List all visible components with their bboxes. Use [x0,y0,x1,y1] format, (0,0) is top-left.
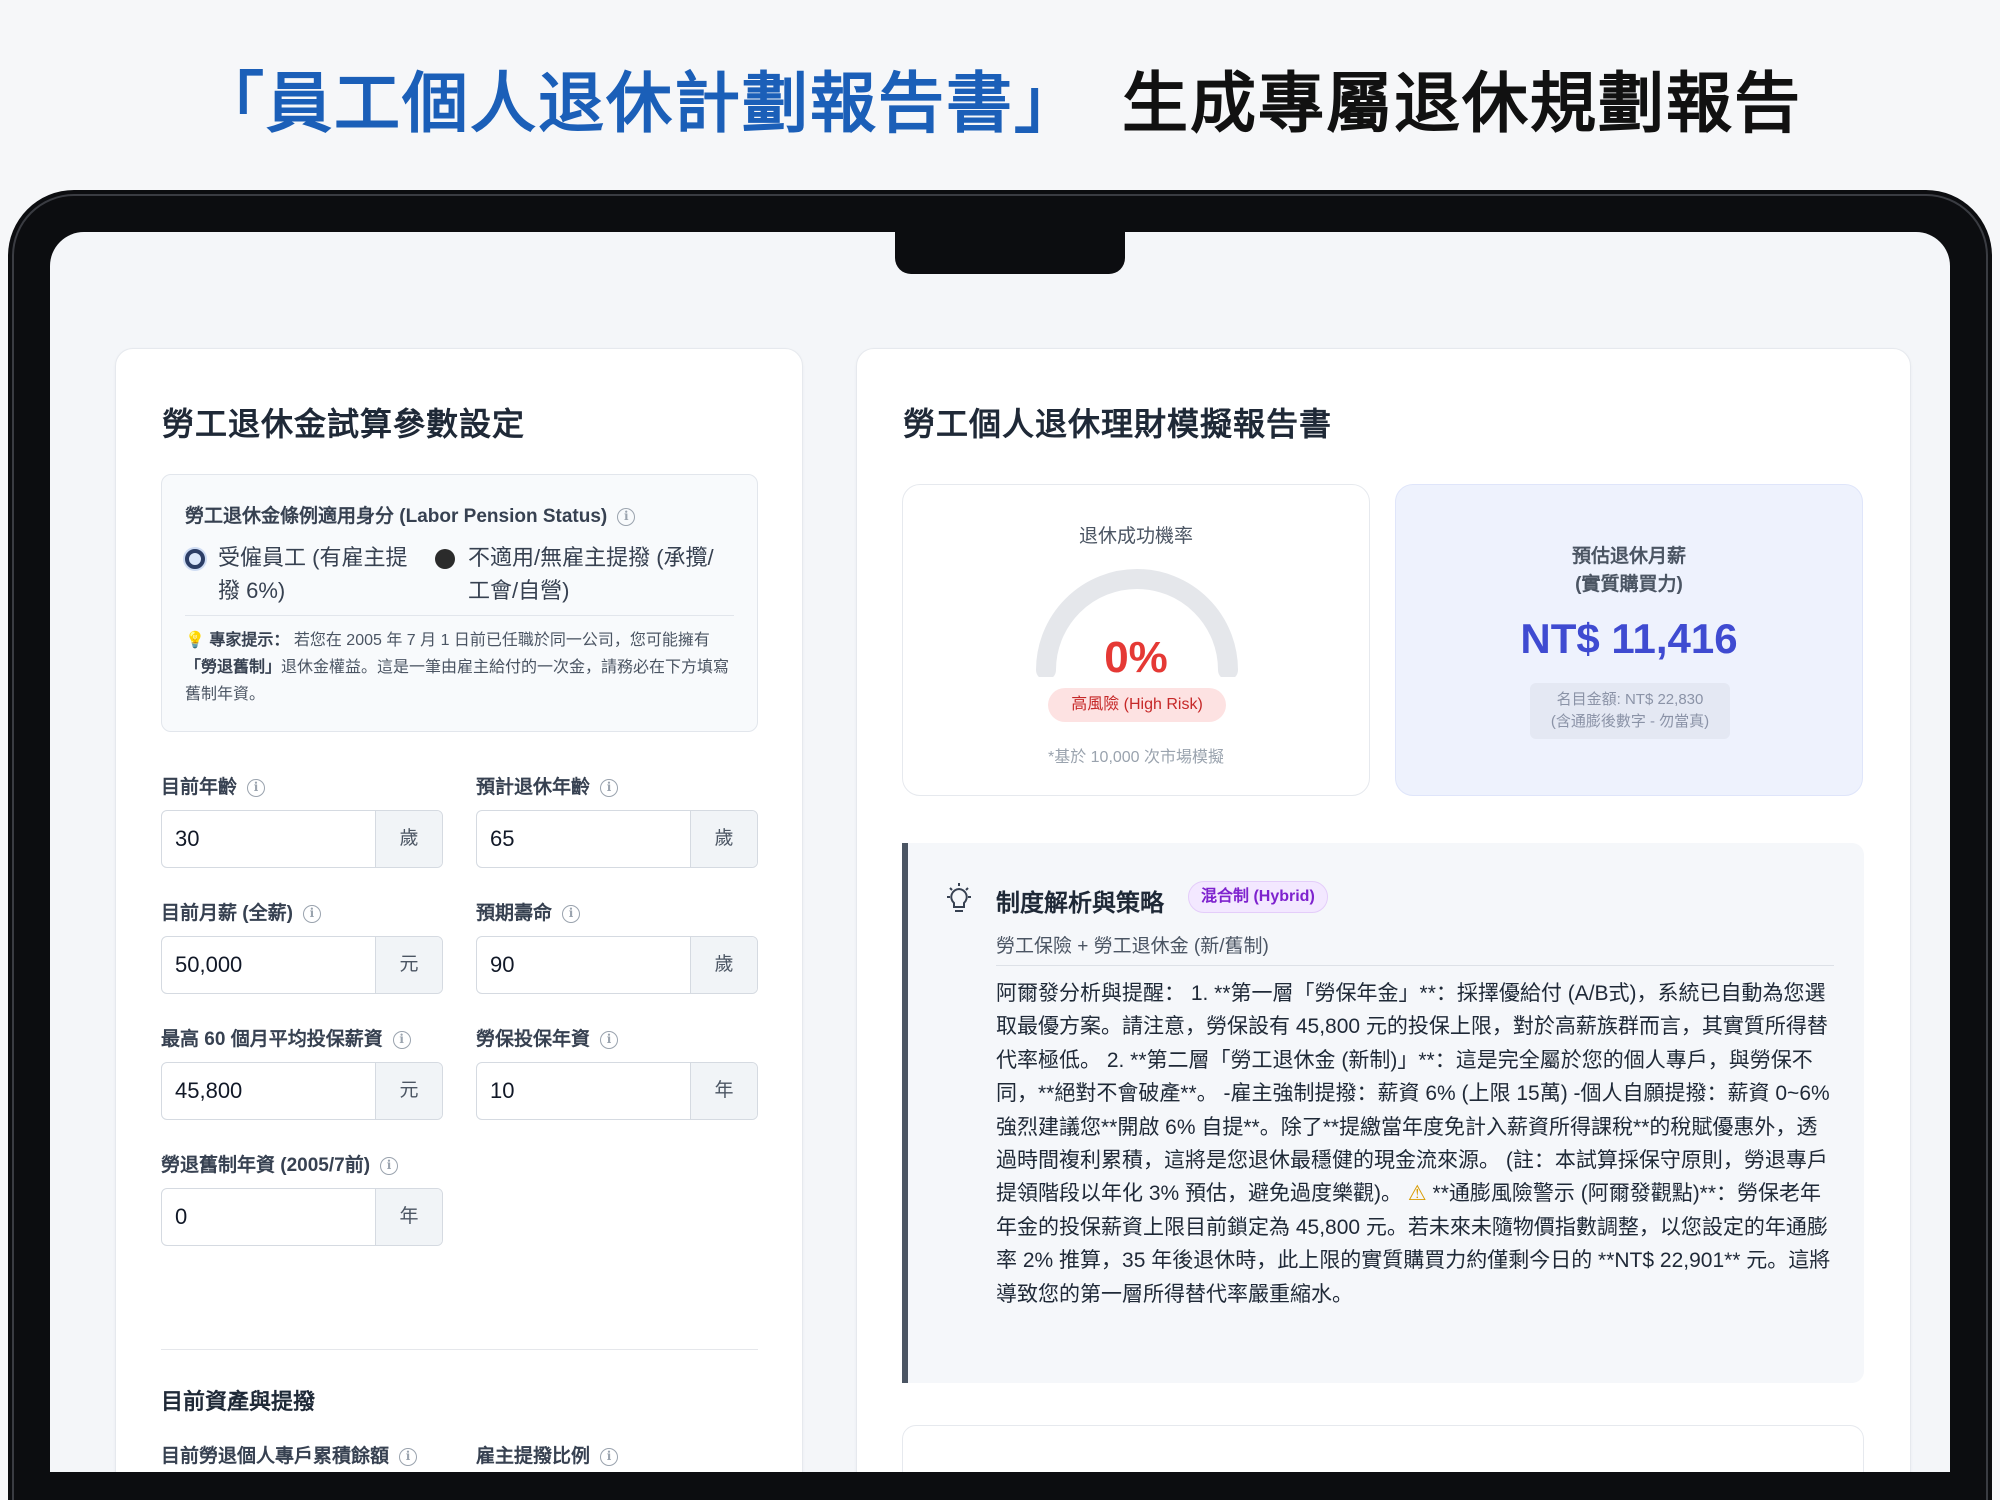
headline-blue: 「員工個人退休計劃報告書」 [198,64,1082,142]
lightbulb-icon: 💡 [185,632,210,649]
parameter-panel-title: 勞工退休金試算參數設定 [162,406,526,442]
unit-label: 年 [690,1063,757,1119]
success-probability-card: 退休成功機率 0% 高風險 (High Risk) *基於 10,000 次市場… [902,484,1370,796]
life-expectancy-input[interactable]: 90 歲 [476,936,758,994]
info-icon[interactable]: i [600,1447,619,1466]
headline-black: 生成專屬退休規劃報告 [1122,64,1802,142]
field-old-system-years: 勞退舊制年資 (2005/7前) i 0 年 [161,1150,443,1246]
analysis-title: 制度解析與策略 [996,890,1164,917]
expert-tip: 💡 專家提示： 若您在 2005 年 7 月 1 日前已任職於同一公司，您可能擁… [185,632,730,703]
section-divider [161,1349,758,1350]
unit-label: 歲 [690,937,757,993]
unit-label: 元 [375,937,442,993]
field-retire-age: 預計退休年齡 i 65 歲 [476,772,758,868]
retirement-salary-label: 預估退休月薪 (實質購買力) [1571,546,1686,595]
risk-badge: 高風險 (High Risk) [1048,688,1226,722]
retire-age-input[interactable]: 65 歲 [476,810,758,868]
unit-label: 歲 [375,811,442,867]
success-probability-label: 退休成功機率 [1078,526,1193,547]
monthly-salary-input[interactable]: 50,000 元 [161,936,443,994]
success-probability-value: 0% [1104,633,1168,682]
assets-section-title: 目前資產與提撥 [161,1389,316,1414]
analysis-subtitle: 勞工保險 + 勞工退休金 (新/舊制) [996,936,1269,957]
unit-label: 年 [375,1189,442,1245]
camera-notch [895,232,1125,274]
radio-employee[interactable]: 受僱員工 (有雇主提撥 6%) [185,541,425,607]
info-icon[interactable]: i [392,1030,411,1049]
analysis-body: 阿爾發分析與提醒： 1. **第一層「勞保年金」**：採擇優給付 (A/B式)，… [996,982,1831,1306]
laptop-frame: 勞工退休金試算參數設定 勞工退休金條例適用身分 (Labor Pension S… [8,190,1992,1500]
field-life-expectancy: 預期壽命 i 90 歲 [476,898,758,994]
info-icon[interactable]: i [617,507,636,526]
next-section-card [902,1425,1864,1472]
report-panel-title: 勞工個人退休理財模擬報告書 [903,406,1333,442]
radio-not-applicable-label[interactable]: 不適用/無雇主提撥 (承攬/工會/自營) [435,541,735,607]
app-screen: 勞工退休金試算參數設定 勞工退休金條例適用身分 (Labor Pension S… [50,232,1950,1472]
analysis-box: 制度解析與策略 混合制 (Hybrid) 勞工保險 + 勞工退休金 (新/舊制)… [902,843,1864,1383]
hybrid-badge: 混合制 (Hybrid) [1188,881,1328,913]
field-current-age: 目前年齡 i 30 歲 [161,772,443,868]
info-icon[interactable]: i [562,904,581,923]
info-icon[interactable]: i [247,778,266,797]
info-icon[interactable]: i [600,778,619,797]
unit-label: 元 [375,1063,442,1119]
info-icon[interactable]: i [380,1156,399,1175]
divider [185,615,734,616]
nominal-amount-note: 名目金額: NT$ 22,830 (含通膨後數字 - 勿當真) [1530,683,1730,739]
promo-headline: 「員工個人退休計劃報告書」 生成專屬退休規劃報告 [0,50,2000,146]
pension-status-title: 勞工退休金條例適用身分 (Labor Pension Status) i [185,501,636,528]
radio-not-applicable[interactable]: 不適用/無雇主提撥 (承攬/工會/自營) [435,541,735,607]
pension-status-box: 勞工退休金條例適用身分 (Labor Pension Status) i 受僱員工… [161,474,758,732]
warning-icon: ⚠ [1407,1182,1427,1206]
field-insured-years: 勞保投保年資 i 10 年 [476,1024,758,1120]
retirement-salary-amount: NT$ 11,416 [1520,615,1738,662]
unit-label: 歲 [690,811,757,867]
current-age-input[interactable]: 30 歲 [161,810,443,868]
insured-years-input[interactable]: 10 年 [476,1062,758,1120]
field-avg-insured-salary: 最高 60 個月平均投保薪資 i 45,800 元 [161,1024,443,1120]
report-panel: 勞工個人退休理財模擬報告書 退休成功機率 0% 高風險 (High Risk) … [856,348,1911,1472]
divider [996,965,1834,966]
info-icon[interactable]: i [600,1030,619,1049]
lightbulb-icon [947,883,971,912]
retirement-salary-card: 預估退休月薪 (實質購買力) NT$ 11,416 名目金額: NT$ 22,8… [1395,484,1863,796]
field-employer-rate: 雇主提撥比例i 6 % [476,1441,758,1472]
info-icon[interactable]: i [302,904,321,923]
field-monthly-salary: 目前月薪 (全薪) i 50,000 元 [161,898,443,994]
info-icon[interactable]: i [399,1447,418,1466]
simulation-note: *基於 10,000 次市場模擬 [1047,749,1225,766]
avg-insured-salary-input[interactable]: 45,800 元 [161,1062,443,1120]
parameter-panel: 勞工退休金試算參數設定 勞工退休金條例適用身分 (Labor Pension S… [115,348,803,1472]
old-system-years-input[interactable]: 0 年 [161,1188,443,1246]
radio-employee-label[interactable]: 受僱員工 (有雇主提撥 6%) [185,541,425,607]
field-account-balance: 目前勞退個人專戶累積餘額i 0 元 [161,1441,443,1472]
radio-unselected-icon[interactable] [435,549,455,569]
radio-selected-icon[interactable] [185,549,205,569]
